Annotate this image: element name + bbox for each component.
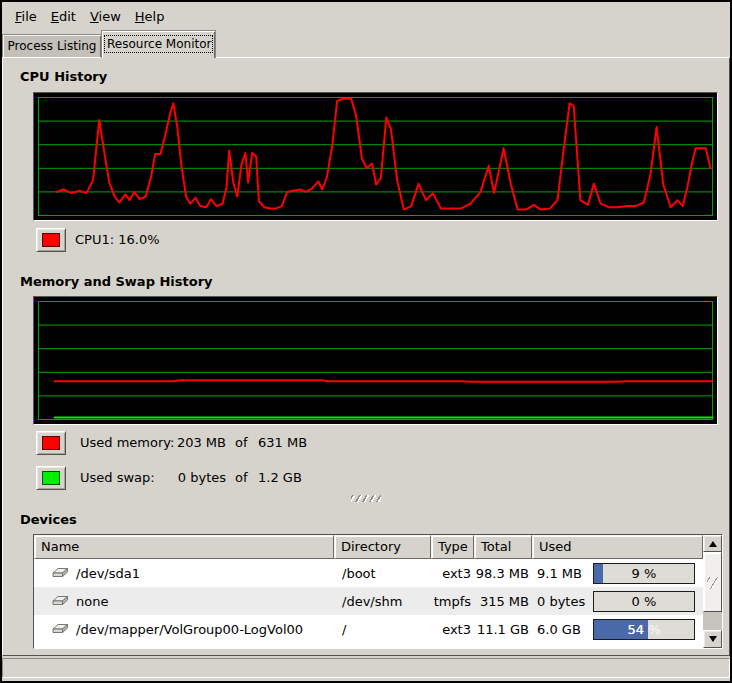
up-arrow-icon	[709, 541, 717, 547]
device-directory-cell: /boot	[334, 566, 431, 581]
legend-total: 1.2 GB	[258, 466, 302, 490]
device-total-cell: 98.3 MB	[474, 566, 532, 581]
scrollbar-thumb[interactable]	[703, 552, 722, 612]
device-name: /dev/sda1	[76, 566, 140, 581]
legend-total: 631 MB	[258, 431, 307, 455]
menubar: FileEditViewHelp	[2, 2, 730, 30]
device-type-cell: tmpfs	[431, 594, 474, 609]
device-total-cell: 11.1 GB	[474, 622, 532, 637]
device-name-cell: none	[34, 594, 334, 609]
device-row[interactable]: /dev/sda1/bootext398.3 MB 9.1 MB 9 %9 %	[34, 559, 703, 587]
cpu-legend-label: CPU1: 16.0%	[75, 228, 160, 252]
device-name: none	[76, 594, 108, 609]
cpu-legend-swatch[interactable]	[36, 228, 66, 252]
device-used-value: 0 bytes	[537, 594, 585, 609]
menu-edit[interactable]: Edit	[44, 5, 83, 28]
progress-fill-label-clip: 54 %	[594, 620, 648, 639]
disk-icon	[52, 594, 69, 608]
devices-frame: NameDirectoryTypeTotalUsed /dev/sda1/boo…	[33, 534, 723, 649]
disk-icon	[52, 566, 69, 580]
memory-legend-row: Used memory:203 MBof631 MB	[36, 431, 456, 455]
disk-icon	[52, 622, 69, 636]
tab-bar: Process Listing Resource Monitor	[2, 30, 730, 57]
legend-swatch[interactable]	[36, 431, 66, 455]
tab-process-listing[interactable]: Process Listing	[2, 34, 102, 58]
progress-fill-label-clip: 9 %	[594, 564, 603, 583]
tab-label: Resource Monitor	[104, 35, 213, 53]
color-swatch	[42, 471, 60, 485]
menu-file[interactable]: File	[8, 5, 44, 28]
legend-of: of	[235, 466, 248, 490]
devices-scrollbar[interactable]	[703, 535, 722, 648]
memory-swap-chart	[33, 296, 718, 425]
column-header-type[interactable]: Type	[431, 535, 474, 559]
device-used-cell: 6.0 GB 54 %54 %	[532, 619, 703, 640]
device-row[interactable]: none/dev/shmtmpfs315 MB 0 bytes 0 %0 %	[34, 587, 703, 615]
window: FileEditViewHelp Process Listing Resourc…	[2, 2, 730, 681]
column-header-used[interactable]: Used	[532, 535, 703, 559]
usage-progress-bar: 54 %54 %	[593, 619, 695, 640]
color-swatch	[42, 436, 60, 450]
progress-label: 9 %	[594, 564, 694, 583]
menu-help[interactable]: Help	[128, 5, 172, 28]
menu-view[interactable]: View	[83, 5, 128, 28]
device-used-value: 9.1 MB	[537, 566, 582, 581]
devices-table: NameDirectoryTypeTotalUsed /dev/sda1/boo…	[34, 535, 703, 648]
device-type-cell: ext3	[431, 566, 474, 581]
down-arrow-icon	[709, 636, 717, 642]
device-name: /dev/mapper/VolGroup00-LogVol00	[76, 622, 303, 637]
devices-table-body: /dev/sda1/bootext398.3 MB9.1 MB9 %9 %non…	[34, 559, 703, 643]
tab-label: Process Listing	[5, 38, 99, 54]
device-used-cell: 9.1 MB 9 %9 %	[532, 563, 703, 584]
cpu-history-chart	[33, 92, 718, 221]
thumb-grip	[707, 577, 718, 589]
scroll-down-button[interactable]	[703, 630, 722, 648]
status-bar	[2, 658, 730, 678]
device-name-cell: /dev/mapper/VolGroup00-LogVol00	[34, 622, 334, 637]
device-directory-cell: /dev/shm	[334, 594, 431, 609]
legend-swatch[interactable]	[36, 466, 66, 490]
pane-resize-grip[interactable]	[351, 495, 381, 502]
device-name-cell: /dev/sda1	[34, 566, 334, 581]
device-type-cell: ext3	[431, 622, 474, 637]
resource-monitor-page: CPU History CPU1: 16.0% Memory and Swap …	[2, 57, 730, 656]
device-total-cell: 315 MB	[474, 594, 532, 609]
device-used-value: 6.0 GB	[537, 622, 581, 637]
usage-progress-bar: 9 %9 %	[593, 563, 695, 584]
memory-legend-row: Used swap:0 bytesof1.2 GB	[36, 466, 456, 490]
device-row[interactable]: /dev/mapper/VolGroup00-LogVol00 /ext311.1…	[34, 615, 703, 643]
column-header-directory[interactable]: Directory	[334, 535, 431, 559]
progress-label: 0 %	[594, 592, 694, 611]
cpu-color-swatch	[42, 233, 60, 247]
scroll-up-button[interactable]	[703, 535, 722, 552]
usage-progress-bar: 0 %0 %	[593, 591, 695, 612]
column-header-name[interactable]: Name	[34, 535, 334, 559]
legend-value: 0 bytes	[134, 466, 226, 490]
memory-swap-title: Memory and Swap History	[20, 274, 213, 289]
devices-title: Devices	[20, 512, 77, 527]
column-header-total[interactable]: Total	[474, 535, 532, 559]
cpu-history-title: CPU History	[20, 69, 107, 84]
legend-value: 203 MB	[134, 431, 226, 455]
tab-resource-monitor[interactable]: Resource Monitor	[101, 30, 216, 58]
legend-of: of	[235, 431, 248, 455]
device-used-cell: 0 bytes 0 %0 %	[532, 591, 703, 612]
devices-table-header: NameDirectoryTypeTotalUsed	[34, 535, 703, 559]
device-directory-cell: /	[334, 622, 431, 637]
